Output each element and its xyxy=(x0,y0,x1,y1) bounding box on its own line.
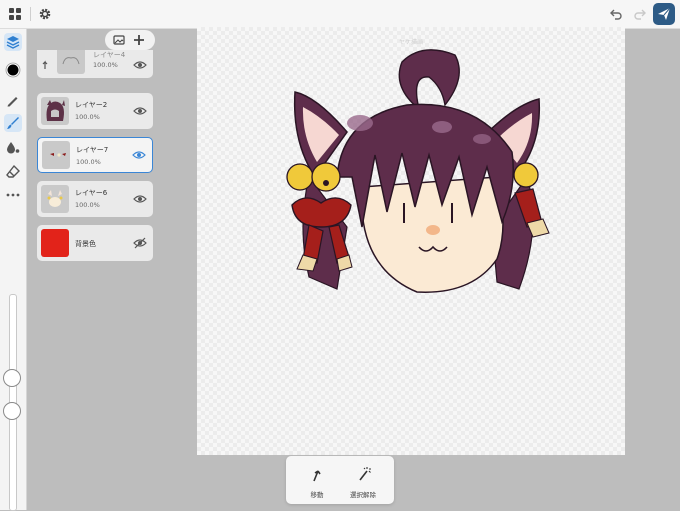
pen-tool-button[interactable] xyxy=(4,91,22,109)
image-import-icon[interactable] xyxy=(113,34,125,46)
redo-icon[interactable] xyxy=(633,6,649,22)
layers-icon xyxy=(6,36,20,49)
move-arrow-icon xyxy=(313,470,321,482)
color-picker-button[interactable] xyxy=(4,61,22,79)
brush-tool-button[interactable] xyxy=(4,114,22,132)
send-icon xyxy=(658,7,671,20)
layers-tool-button[interactable] xyxy=(4,33,22,51)
grid-icon[interactable] xyxy=(8,6,24,22)
toolbar-divider xyxy=(30,7,31,21)
gear-icon[interactable] xyxy=(38,6,54,22)
layers-panel: レイヤー4 100.0% レイヤー2 100.0% レイヤー7 100.0% レ… xyxy=(33,30,157,268)
top-bar xyxy=(0,0,680,29)
brush-icon xyxy=(7,117,19,129)
deselect-label: 選択解除 xyxy=(350,491,376,499)
eye-icon[interactable] xyxy=(132,149,146,161)
canvas-hint: ヤケ描画 xyxy=(398,39,423,46)
layer-opacity: 100.0% xyxy=(93,61,118,69)
layer-thumbnail xyxy=(41,185,69,213)
clip-arrow-icon xyxy=(42,60,48,69)
eraser-icon xyxy=(6,164,20,178)
layer-name: 背景色 xyxy=(75,240,96,248)
move-button[interactable]: 移動 xyxy=(292,462,342,502)
more-tools-button[interactable] xyxy=(4,186,22,204)
deselect-button[interactable]: 選択解除 xyxy=(338,462,388,502)
layer-name: レイヤー6 xyxy=(75,189,108,197)
drawing-canvas[interactable]: ヤケ描画 xyxy=(197,27,625,455)
character-artwork xyxy=(286,49,550,293)
send-button[interactable] xyxy=(653,3,675,25)
left-toolbar xyxy=(0,29,27,511)
layer-thumbnail xyxy=(41,97,69,125)
eye-icon[interactable] xyxy=(133,59,147,71)
magic-wand-icon xyxy=(359,467,371,481)
layer-item-2[interactable]: レイヤー2 100.0% xyxy=(37,93,153,129)
move-label: 移動 xyxy=(310,491,324,499)
eye-icon[interactable] xyxy=(133,193,147,205)
add-layer-icon[interactable] xyxy=(133,34,145,46)
brush-size-slider[interactable] xyxy=(3,369,21,387)
background-color-layer[interactable]: 背景色 xyxy=(37,225,153,261)
layer-panel-actions xyxy=(105,30,155,50)
layer-item-4[interactable]: レイヤー4 100.0% xyxy=(37,50,153,78)
layer-thumbnail xyxy=(57,50,85,74)
pen-icon xyxy=(7,97,18,107)
fill-tool-button[interactable] xyxy=(4,138,22,156)
eye-icon[interactable] xyxy=(133,105,147,117)
fill-icon xyxy=(7,142,20,154)
layer-name: レイヤー2 xyxy=(75,101,108,109)
eraser-tool-button[interactable] xyxy=(4,162,22,180)
background-color-swatch xyxy=(41,229,69,257)
layer-name: レイヤー7 xyxy=(76,146,109,154)
undo-icon[interactable] xyxy=(609,6,625,22)
layer-name: レイヤー4 xyxy=(93,51,126,59)
layer-opacity: 100.0% xyxy=(75,113,100,121)
brush-opacity-slider[interactable] xyxy=(3,402,21,420)
layer-item-7[interactable]: レイヤー7 100.0% xyxy=(37,137,153,173)
color-icon xyxy=(5,62,21,78)
eye-hidden-icon[interactable] xyxy=(133,237,147,249)
layer-opacity: 100.0% xyxy=(76,158,101,166)
layer-thumbnail xyxy=(42,141,70,169)
more-icon xyxy=(6,193,20,197)
layer-opacity: 100.0% xyxy=(75,201,100,209)
selection-popup: 移動 選択解除 xyxy=(286,456,394,504)
layer-item-6[interactable]: レイヤー6 100.0% xyxy=(37,181,153,217)
